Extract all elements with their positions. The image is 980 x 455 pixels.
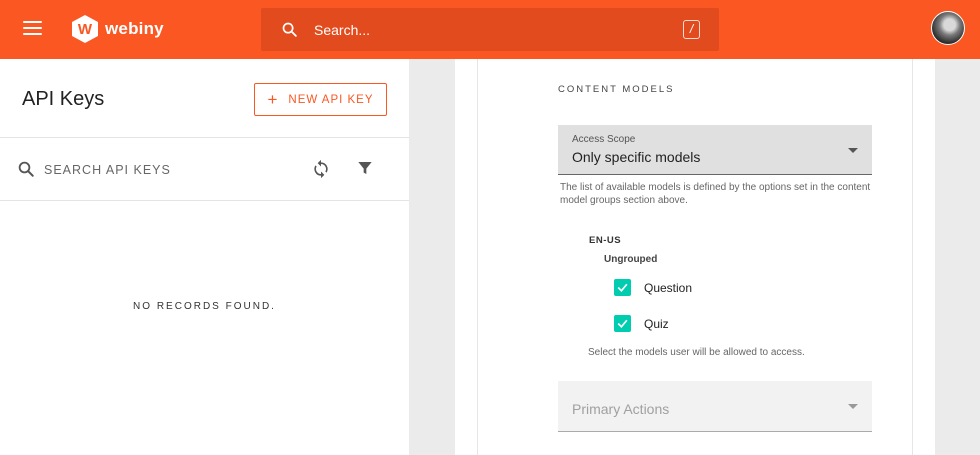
plus-icon: + <box>267 90 279 109</box>
group-label: Ungrouped <box>604 254 658 265</box>
search-icon <box>18 161 34 177</box>
chevron-down-icon <box>848 148 858 153</box>
checkbox-checked[interactable] <box>614 315 631 332</box>
models-helper: Select the models user will be allowed t… <box>588 347 805 358</box>
page-title: API Keys <box>22 88 105 110</box>
new-api-key-label: NEW API KEY <box>288 93 374 106</box>
brand-name: webiny <box>105 19 164 38</box>
divider <box>0 200 409 201</box>
top-bar: W webiny Search... / <box>0 0 980 59</box>
locale-label: EN-US <box>589 235 622 246</box>
check-icon <box>617 283 628 293</box>
api-keys-panel: API Keys + NEW API KEY SEARCH API KEYS N… <box>0 59 409 455</box>
model-name: Quiz <box>644 316 669 331</box>
shortcut-hint: / <box>683 20 700 39</box>
logo[interactable]: W webiny <box>72 14 164 44</box>
avatar[interactable] <box>931 11 965 45</box>
check-icon <box>617 319 628 329</box>
refresh-icon[interactable] <box>311 159 331 179</box>
search-input[interactable]: SEARCH API KEYS <box>44 163 171 177</box>
global-search[interactable]: Search... / <box>261 8 719 51</box>
api-keys-search: SEARCH API KEYS <box>0 138 409 200</box>
access-scope-label: Access Scope <box>572 134 636 145</box>
logo-mark: W <box>72 15 98 43</box>
chevron-down-icon <box>848 404 858 409</box>
section-title: CONTENT MODELS <box>558 84 675 95</box>
model-checkbox-question[interactable]: Question <box>614 279 692 296</box>
global-search-placeholder: Search... <box>314 22 371 38</box>
empty-state: NO RECORDS FOUND. <box>133 301 276 312</box>
access-scope-helper: The list of available models is defined … <box>560 182 871 206</box>
filter-icon[interactable] <box>357 160 373 176</box>
model-name: Question <box>644 280 693 295</box>
access-scope-select[interactable]: Access Scope Only specific models <box>558 125 872 175</box>
new-api-key-button[interactable]: + NEW API KEY <box>254 83 387 116</box>
access-scope-value: Only specific models <box>572 149 701 165</box>
search-icon <box>282 22 297 37</box>
primary-actions-placeholder: Primary Actions <box>572 401 670 417</box>
model-checkbox-quiz[interactable]: Quiz <box>614 315 669 332</box>
menu-icon[interactable] <box>23 21 42 37</box>
checkbox-checked[interactable] <box>614 279 631 296</box>
primary-actions-select[interactable]: Primary Actions <box>558 381 872 432</box>
